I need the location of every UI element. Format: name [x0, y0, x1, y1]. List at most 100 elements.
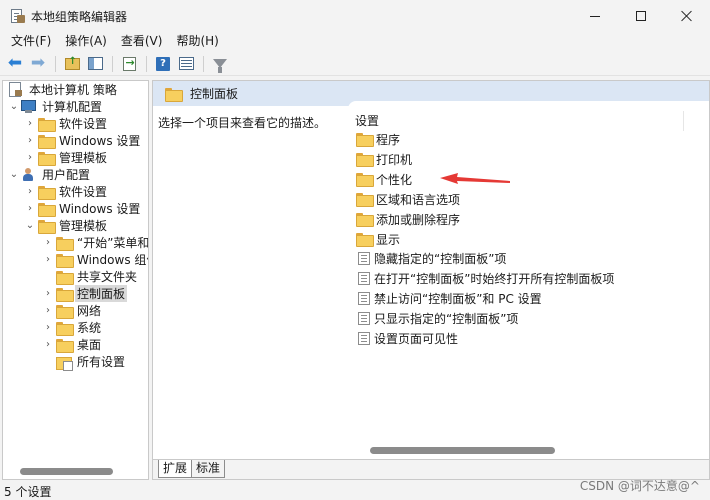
tree-item-label: 管理模板 [59, 151, 108, 165]
column-divider[interactable] [683, 111, 684, 131]
chevron-right-icon[interactable]: › [25, 203, 35, 214]
tree-item-administrative-templates[interactable]: ⌄ 管理模板 [25, 217, 109, 234]
minimize-button[interactable] [572, 0, 618, 32]
minimize-icon [590, 15, 600, 17]
maximize-button[interactable] [618, 0, 664, 32]
menu-view[interactable]: 查看(V) [114, 32, 170, 50]
properties-button[interactable] [175, 53, 197, 75]
folder-icon [38, 117, 56, 132]
list-item-prohibit-access[interactable]: 禁止访问“控制面板”和 PC 设置 [356, 289, 542, 307]
tree-item-software-settings[interactable]: › 软件设置 [25, 115, 109, 132]
tab-standard[interactable]: 标准 [191, 460, 226, 478]
tree-item-software-settings[interactable]: › 软件设置 [25, 183, 109, 200]
list-item-add-remove-programs[interactable]: 添加或删除程序 [356, 210, 460, 228]
show-hide-tree-button[interactable] [84, 53, 106, 75]
help-button[interactable]: ? [152, 53, 174, 75]
forward-button[interactable]: ➡ [27, 53, 49, 75]
list-item-personalization[interactable]: 个性化 [356, 170, 412, 188]
folder-icon [56, 253, 74, 268]
user-icon [21, 167, 36, 182]
list-item-label: 只显示指定的“控制面板”项 [374, 311, 519, 326]
tree-item-label: 管理模板 [59, 219, 108, 233]
chevron-right-icon[interactable]: › [43, 288, 53, 299]
tree-item-shared-folders[interactable]: 共享文件夹 [43, 268, 139, 285]
settings-list[interactable]: 设置 程序 打印机 个性化 区域和语言选项 添加或删除程序 显示 隐藏指定的“控… [348, 101, 709, 459]
chevron-right-icon[interactable]: › [43, 254, 53, 265]
chevron-right-icon[interactable]: › [43, 322, 53, 333]
list-item-show-only-specified[interactable]: 只显示指定的“控制面板”项 [356, 309, 518, 327]
tree-item-system[interactable]: › 系统 [43, 319, 103, 336]
list-item-programs[interactable]: 程序 [356, 130, 400, 148]
folder-icon [356, 173, 374, 187]
menu-help[interactable]: 帮助(H) [169, 32, 225, 50]
list-item-settings-page-visibility[interactable]: 设置页面可见性 [356, 329, 458, 347]
computer-icon [21, 99, 36, 114]
tree-item-administrative-templates[interactable]: › 管理模板 [25, 149, 109, 166]
chevron-right-icon[interactable]: › [25, 152, 35, 163]
window-controls [572, 0, 710, 32]
tab-extended[interactable]: 扩展 [158, 460, 193, 478]
toolbar-divider [146, 55, 147, 72]
tree-item-label: 控制面板 [75, 285, 128, 302]
export-list-button[interactable] [118, 53, 140, 75]
folder-icon [38, 151, 56, 166]
tree-item-windows-settings[interactable]: › Windows 设置 [25, 132, 142, 149]
chevron-down-icon[interactable]: ⌄ [9, 169, 19, 180]
tree-horizontal-scrollbar[interactable] [20, 468, 113, 475]
menu-bar: 文件(F) 操作(A) 查看(V) 帮助(H) [0, 32, 710, 50]
status-text: 5 个设置 [4, 484, 52, 499]
tree-item-network[interactable]: › 网络 [43, 302, 103, 319]
tree-item-label: 软件设置 [59, 185, 108, 199]
tree-item-computer-configuration[interactable]: ⌄ 计算机配置 [9, 98, 104, 115]
tree-item-all-settings[interactable]: 所有设置 [43, 353, 127, 371]
folder-icon [356, 153, 374, 167]
window-title: 本地组策略编辑器 [31, 9, 128, 24]
list-item-always-open-all-items[interactable]: 在打开“控制面板”时始终打开所有控制面板项 [356, 269, 614, 287]
properties-icon [178, 57, 194, 70]
folder-icon [56, 287, 74, 302]
list-item-regional-language[interactable]: 区域和语言选项 [356, 190, 460, 208]
chevron-down-icon[interactable]: ⌄ [9, 101, 19, 112]
folder-icon [56, 338, 74, 353]
folder-icon [56, 321, 74, 336]
folder-icon [165, 87, 183, 102]
details-horizontal-scrollbar[interactable] [370, 447, 555, 454]
filter-button[interactable] [209, 53, 231, 75]
list-item-printers[interactable]: 打印机 [356, 150, 412, 168]
policy-setting-icon [358, 291, 370, 305]
menu-action[interactable]: 操作(A) [58, 32, 114, 50]
list-item-display[interactable]: 显示 [356, 230, 400, 248]
list-item-label: 个性化 [376, 172, 413, 187]
tree-item-label: “开始”菜单和任务栏 [77, 236, 149, 250]
column-header-setting[interactable]: 设置 [355, 112, 379, 129]
chevron-right-icon[interactable]: › [25, 135, 35, 146]
forward-arrow-icon: ➡ [30, 53, 46, 73]
tree-item-desktop[interactable]: › 桌面 [43, 336, 103, 353]
console-tree[interactable]: 本地计算机 策略 ⌄ 计算机配置 › 软件设置 › Windows 设置 › 管… [2, 80, 149, 480]
policy-icon [9, 82, 23, 97]
folder-icon [56, 304, 74, 319]
tree-item-start-menu-taskbar[interactable]: › “开始”菜单和任务栏 [43, 234, 149, 251]
console-tree-icon [87, 57, 103, 70]
list-item-label: 程序 [376, 132, 401, 147]
chevron-down-icon[interactable]: ⌄ [25, 220, 35, 231]
tree-item-windows-components[interactable]: › Windows 组件 [43, 251, 148, 268]
tree-item-label: 所有设置 [77, 355, 126, 369]
back-button[interactable]: ⬅ [4, 53, 26, 75]
up-level-button[interactable] [61, 53, 83, 75]
filter-icon [213, 59, 227, 73]
chevron-right-icon[interactable]: › [43, 237, 53, 248]
toolbar-divider [55, 55, 56, 72]
tree-item-windows-settings[interactable]: › Windows 设置 [25, 200, 142, 217]
chevron-right-icon[interactable]: › [43, 339, 53, 350]
chevron-right-icon[interactable]: › [25, 186, 35, 197]
menu-file[interactable]: 文件(F) [4, 32, 58, 50]
chevron-right-icon[interactable]: › [25, 118, 35, 129]
tree-item-local-computer-policy[interactable]: 本地计算机 策略 [7, 81, 119, 98]
tree-item-label: Windows 组件 [77, 253, 148, 267]
chevron-right-icon[interactable]: › [43, 305, 53, 316]
list-item-hide-control-panel-items[interactable]: 隐藏指定的“控制面板”项 [356, 249, 506, 267]
tree-item-control-panel[interactable]: › 控制面板 [43, 285, 128, 302]
tree-item-user-configuration[interactable]: ⌄ 用户配置 [9, 166, 92, 183]
close-button[interactable] [664, 0, 710, 32]
